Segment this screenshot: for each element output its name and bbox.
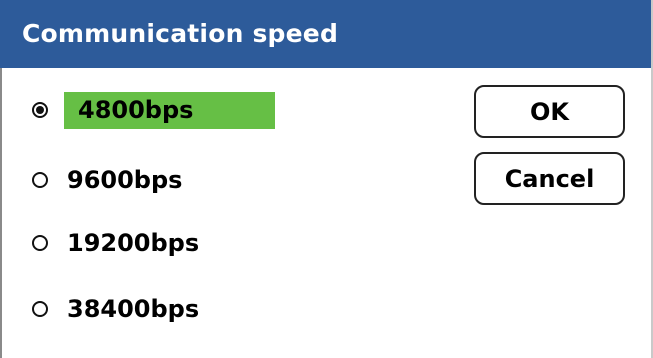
speed-option-label: 38400bps — [67, 295, 200, 323]
speed-option-label: 9600bps — [67, 166, 183, 194]
ok-button[interactable]: OK — [474, 85, 625, 138]
speed-option-label: 4800bps — [64, 91, 275, 129]
radio-button-9600[interactable] — [32, 172, 48, 188]
dialog-title: Communication speed — [22, 19, 339, 48]
radio-selected-dot — [36, 106, 44, 114]
radio-button-38400[interactable] — [32, 301, 48, 317]
dialog-titlebar: Communication speed — [0, 0, 653, 68]
speed-option-4800[interactable]: 4800bps — [32, 90, 302, 130]
speed-option-label: 19200bps — [67, 229, 200, 257]
speed-option-38400[interactable]: 38400bps — [32, 289, 302, 329]
dialog-left-border — [0, 68, 2, 358]
communication-speed-dialog: Communication speed 4800bps 9600bps 1920… — [0, 0, 653, 358]
speed-option-9600[interactable]: 9600bps — [32, 160, 302, 200]
cancel-button[interactable]: Cancel — [474, 152, 625, 205]
radio-button-4800[interactable] — [32, 102, 48, 118]
speed-option-19200[interactable]: 19200bps — [32, 223, 302, 263]
radio-button-19200[interactable] — [32, 235, 48, 251]
